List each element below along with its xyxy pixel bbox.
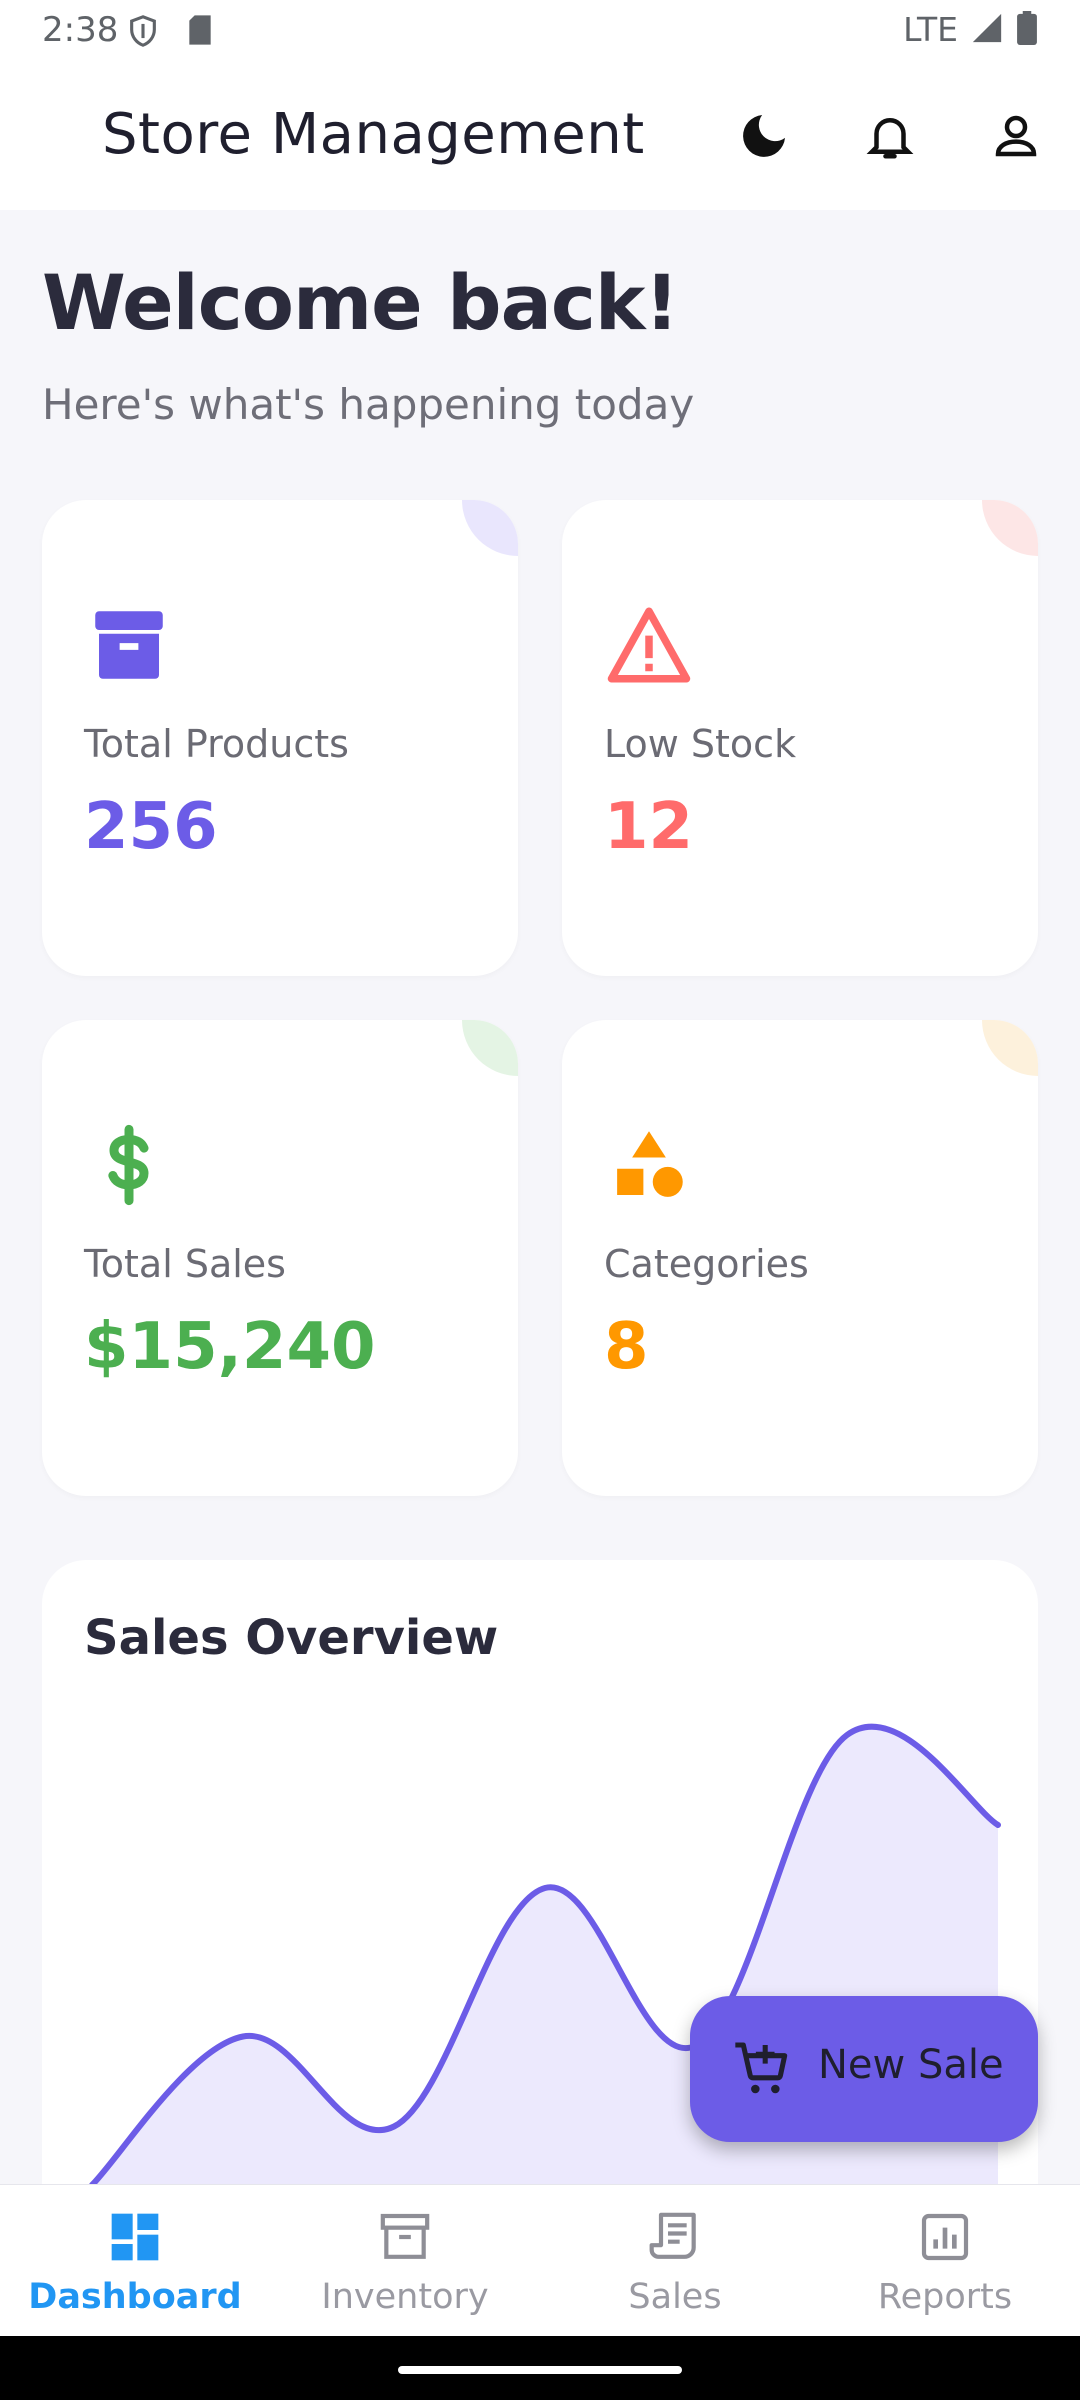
nav-item-inventory[interactable]: Inventory: [270, 2185, 540, 2337]
bottom-navigation: Dashboard Inventory Sales Reports: [0, 2184, 1080, 2336]
stat-value: 12: [604, 790, 694, 864]
nav-label: Reports: [877, 2277, 1013, 2317]
stat-card-total-products[interactable]: Total Products 256: [42, 500, 518, 976]
nav-label: Inventory: [321, 2277, 489, 2317]
stat-value: 256: [84, 790, 218, 864]
dark-mode-icon[interactable]: [732, 104, 796, 168]
dollar-icon: [84, 1120, 174, 1210]
welcome-title: Welcome back!: [42, 258, 679, 347]
inventory-icon: [377, 2209, 433, 2265]
reports-icon: [917, 2209, 973, 2265]
sd-card-icon: [186, 14, 214, 50]
signal-icon: [970, 11, 1004, 49]
stat-label: Low Stock: [604, 722, 797, 766]
shield-icon: [126, 14, 160, 52]
battery-icon: [1016, 10, 1038, 49]
stat-label: Categories: [604, 1242, 809, 1286]
category-icon: [604, 1120, 694, 1210]
app-bar: Store Management: [0, 62, 1080, 210]
stat-card-low-stock[interactable]: Low Stock 12: [562, 500, 1038, 976]
card-corner-decoration: [982, 500, 1038, 556]
nav-label: Sales: [628, 2277, 722, 2317]
home-gesture-handle[interactable]: [398, 2366, 682, 2374]
stat-value: $15,240: [84, 1310, 376, 1384]
nav-item-dashboard[interactable]: Dashboard: [0, 2185, 270, 2337]
welcome-subtitle: Here's what's happening today: [42, 380, 695, 429]
card-corner-decoration: [982, 1020, 1038, 1076]
status-bar: 2:38 LTE: [0, 0, 1080, 62]
stat-label: Total Sales: [84, 1242, 286, 1286]
archive-icon: [84, 600, 174, 690]
stat-label: Total Products: [84, 722, 349, 766]
account-icon[interactable]: [984, 104, 1048, 168]
system-gesture-bar: [0, 2336, 1080, 2400]
notifications-icon[interactable]: [858, 104, 922, 168]
status-indicators: LTE: [903, 10, 1038, 49]
new-sale-button[interactable]: New Sale: [690, 1996, 1038, 2142]
stat-card-total-sales[interactable]: Total Sales $15,240: [42, 1020, 518, 1496]
network-type: LTE: [903, 10, 958, 49]
stat-value: 8: [604, 1310, 649, 1384]
stat-card-categories[interactable]: Categories 8: [562, 1020, 1038, 1496]
status-time: 2:38: [42, 10, 119, 50]
screen: 2:38 LTE Store Management Welcome back! …: [0, 0, 1080, 2400]
card-corner-decoration: [462, 1020, 518, 1076]
nav-item-reports[interactable]: Reports: [810, 2185, 1080, 2337]
add-cart-icon: [730, 2037, 794, 2105]
card-corner-decoration: [462, 500, 518, 556]
nav-label: Dashboard: [28, 2277, 242, 2317]
app-title: Store Management: [102, 102, 645, 167]
dashboard-icon: [107, 2209, 163, 2265]
warning-icon: [604, 600, 694, 690]
nav-item-sales[interactable]: Sales: [540, 2185, 810, 2337]
receipt-icon: [647, 2209, 703, 2265]
new-sale-label: New Sale: [818, 2042, 1004, 2088]
